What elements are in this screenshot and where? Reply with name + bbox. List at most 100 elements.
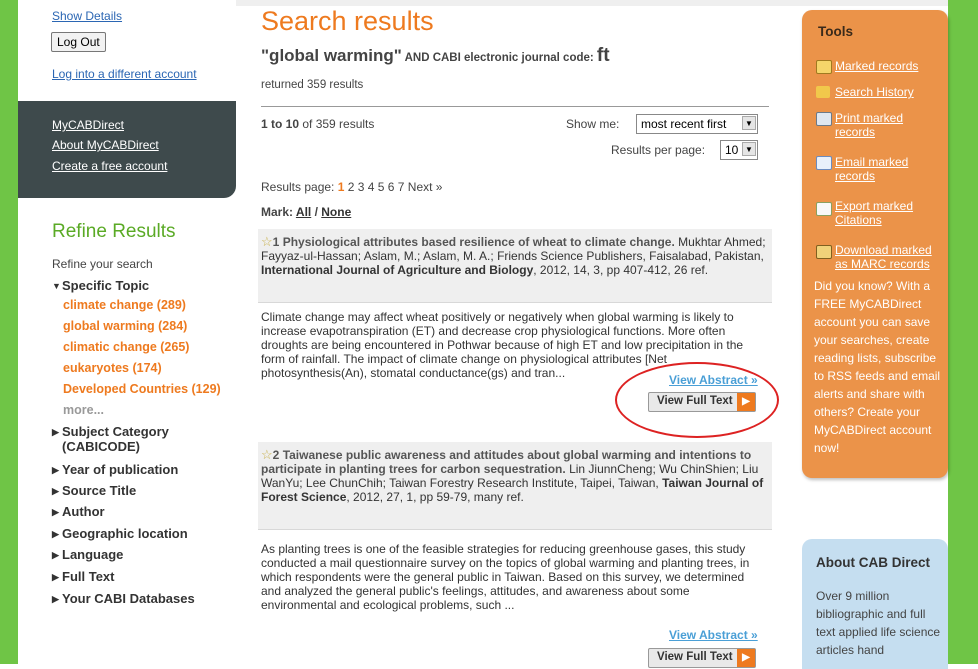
facet-full-text[interactable]: ▶ Full Text [52, 569, 114, 584]
triangle-down-icon: ▼ [52, 281, 61, 291]
results-per-page-select[interactable]: 10 ▼ [720, 140, 758, 160]
topic-climate-change[interactable]: climate change (289) [63, 298, 186, 312]
facet-label: Specific Topic [62, 278, 150, 293]
about-heading: About CAB Direct [816, 555, 930, 570]
triangle-right-icon: ▶ [52, 550, 59, 560]
triangle-right-icon: ▶ [52, 572, 59, 582]
result-2-abstract: As planting trees is one of the feasible… [261, 542, 750, 612]
facet-label: Source Title [62, 483, 137, 498]
pagination-label: Results page: [261, 180, 338, 194]
facet-language[interactable]: ▶ Language [52, 547, 123, 562]
log-out-button[interactable]: Log Out [51, 32, 106, 52]
mycabdirect-panel: MyCABDirect About MyCABDirect Create a f… [18, 101, 236, 198]
facet-label: Author [62, 504, 105, 519]
arrow-right-icon: ▶ [737, 649, 755, 667]
result-title[interactable]: Physiological attributes based resilienc… [283, 235, 675, 249]
tools-panel: Tools Marked records Search History Prin… [802, 10, 948, 478]
query-connector: AND CABI electronic journal code: [401, 52, 597, 64]
binoculars-icon [816, 86, 830, 98]
view-full-text-label: View Full Text [657, 651, 733, 663]
pagination: Results page: 1 2 3 4 5 6 7 Next » [261, 180, 442, 194]
view-full-text-button[interactable]: View Full Text ▶ [648, 648, 756, 668]
export-citations-link[interactable]: Export marked Citations [835, 199, 945, 227]
triangle-right-icon: ▶ [52, 465, 59, 475]
result-2-header: ☆2 Taiwanese public awareness and attitu… [258, 442, 772, 529]
mycabdirect-promo: Did you know? With a FREE MyCABDirect ac… [814, 279, 941, 455]
facet-label: Geographic location [62, 526, 188, 541]
search-history-link[interactable]: Search History [835, 85, 945, 99]
refine-results-heading: Refine Results [52, 221, 176, 242]
query-code: ft [596, 45, 610, 66]
triangle-right-icon: ▶ [52, 427, 59, 437]
facet-label: Year of publication [62, 462, 179, 477]
download-marc-link[interactable]: Download marked as MARC records [835, 243, 945, 271]
facet-label: Subject Category (CABICODE) [62, 424, 169, 454]
about-text: Over 9 million bibliographic and full te… [816, 589, 941, 657]
range-rest: of 359 results [299, 117, 375, 131]
marked-records-link[interactable]: Marked records [835, 59, 945, 73]
right-border [948, 0, 978, 664]
result-2-citation: ☆2 Taiwanese public awareness and attitu… [261, 447, 767, 505]
print-marked-records-link[interactable]: Print marked records [835, 111, 945, 139]
facet-source-title[interactable]: ▶ Source Title [52, 483, 136, 498]
sort-order-select[interactable]: most recent first ▼ [636, 114, 758, 134]
star-icon[interactable]: ☆ [261, 234, 273, 249]
facet-year[interactable]: ▶ Year of publication [52, 462, 178, 477]
facet-subject-category[interactable]: ▶ Subject Category (CABICODE) [52, 424, 232, 454]
divider [261, 106, 769, 107]
results-range: 1 to 10 of 359 results [261, 117, 374, 131]
left-column: Show Details Log Out Log into a differen… [18, 0, 236, 664]
show-me-label: Show me: [566, 117, 620, 131]
result-2-abstract-box: As planting trees is one of the feasible… [258, 529, 772, 668]
chevron-down-icon: ▼ [742, 142, 756, 156]
search-query: "global warming" AND CABI electronic jou… [261, 45, 610, 67]
facet-label: Language [62, 547, 124, 562]
create-free-account-link[interactable]: Create a free account [52, 159, 167, 173]
result-citation: , 2012, 14, 3, pp 407-412, 26 ref. [533, 263, 709, 277]
envelope-icon [816, 156, 832, 170]
triangle-right-icon: ▶ [52, 529, 59, 539]
facet-geographic-location[interactable]: ▶ Geographic location [52, 526, 188, 541]
triangle-right-icon: ▶ [52, 507, 59, 517]
mark-all-link[interactable]: All [296, 205, 311, 219]
more-topics-link[interactable]: more... [63, 403, 104, 417]
mark-controls: Mark: All / None [261, 205, 351, 219]
export-document-icon [816, 202, 832, 216]
account-box: Show Details Log Out Log into a differen… [18, 0, 236, 100]
result-number: 2 [272, 448, 280, 462]
log-into-different-account-link[interactable]: Log into a different account [52, 67, 197, 81]
facet-cabi-databases[interactable]: ▶ Your CABI Databases [52, 591, 195, 606]
mark-separator: / [311, 205, 322, 219]
results-count: returned 359 results [261, 79, 364, 91]
other-pages-links[interactable]: 2 3 4 5 6 7 Next » [344, 180, 443, 194]
about-panel: About CAB Direct Over 9 million bibliogr… [802, 539, 948, 669]
results-per-page-value: 10 [725, 143, 739, 157]
mycabdirect-link[interactable]: MyCABDirect [52, 118, 124, 132]
mark-label: Mark: [261, 205, 296, 219]
view-abstract-link[interactable]: View Abstract » [669, 628, 758, 642]
star-icon[interactable]: ☆ [261, 447, 273, 462]
facet-specific-topic[interactable]: ▼Specific Topic [52, 278, 149, 293]
mark-none-link[interactable]: None [321, 205, 351, 219]
topic-eukaryotes[interactable]: eukaryotes (174) [63, 361, 162, 375]
star-folder-icon [816, 60, 832, 74]
about-mycabdirect-link[interactable]: About MyCABDirect [52, 138, 159, 152]
refine-subtitle: Refine your search [52, 257, 153, 271]
printer-icon [816, 112, 832, 126]
range-bold: 1 to 10 [261, 117, 300, 131]
email-marked-records-link[interactable]: Email marked records [835, 155, 945, 183]
main-column: Search results "global warming" AND CABI… [258, 0, 779, 668]
facet-author[interactable]: ▶ Author [52, 504, 105, 519]
result-1-citation: ☆1 Physiological attributes based resili… [261, 234, 767, 278]
topic-developed-countries[interactable]: Developed Countries (129) [63, 382, 221, 396]
facet-label: Your CABI Databases [62, 591, 195, 606]
result-1-header: ☆1 Physiological attributes based resili… [258, 229, 772, 302]
topic-global-warming[interactable]: global warming (284) [63, 319, 187, 333]
triangle-right-icon: ▶ [52, 486, 59, 496]
result-number: 1 [272, 235, 280, 249]
facet-label: Full Text [62, 569, 115, 584]
result-citation: , 2012, 27, 1, pp 59-79, many ref. [346, 490, 524, 504]
topic-climatic-change[interactable]: climatic change (265) [63, 340, 189, 354]
tools-heading: Tools [818, 24, 853, 39]
show-details-link[interactable]: Show Details [52, 9, 122, 23]
